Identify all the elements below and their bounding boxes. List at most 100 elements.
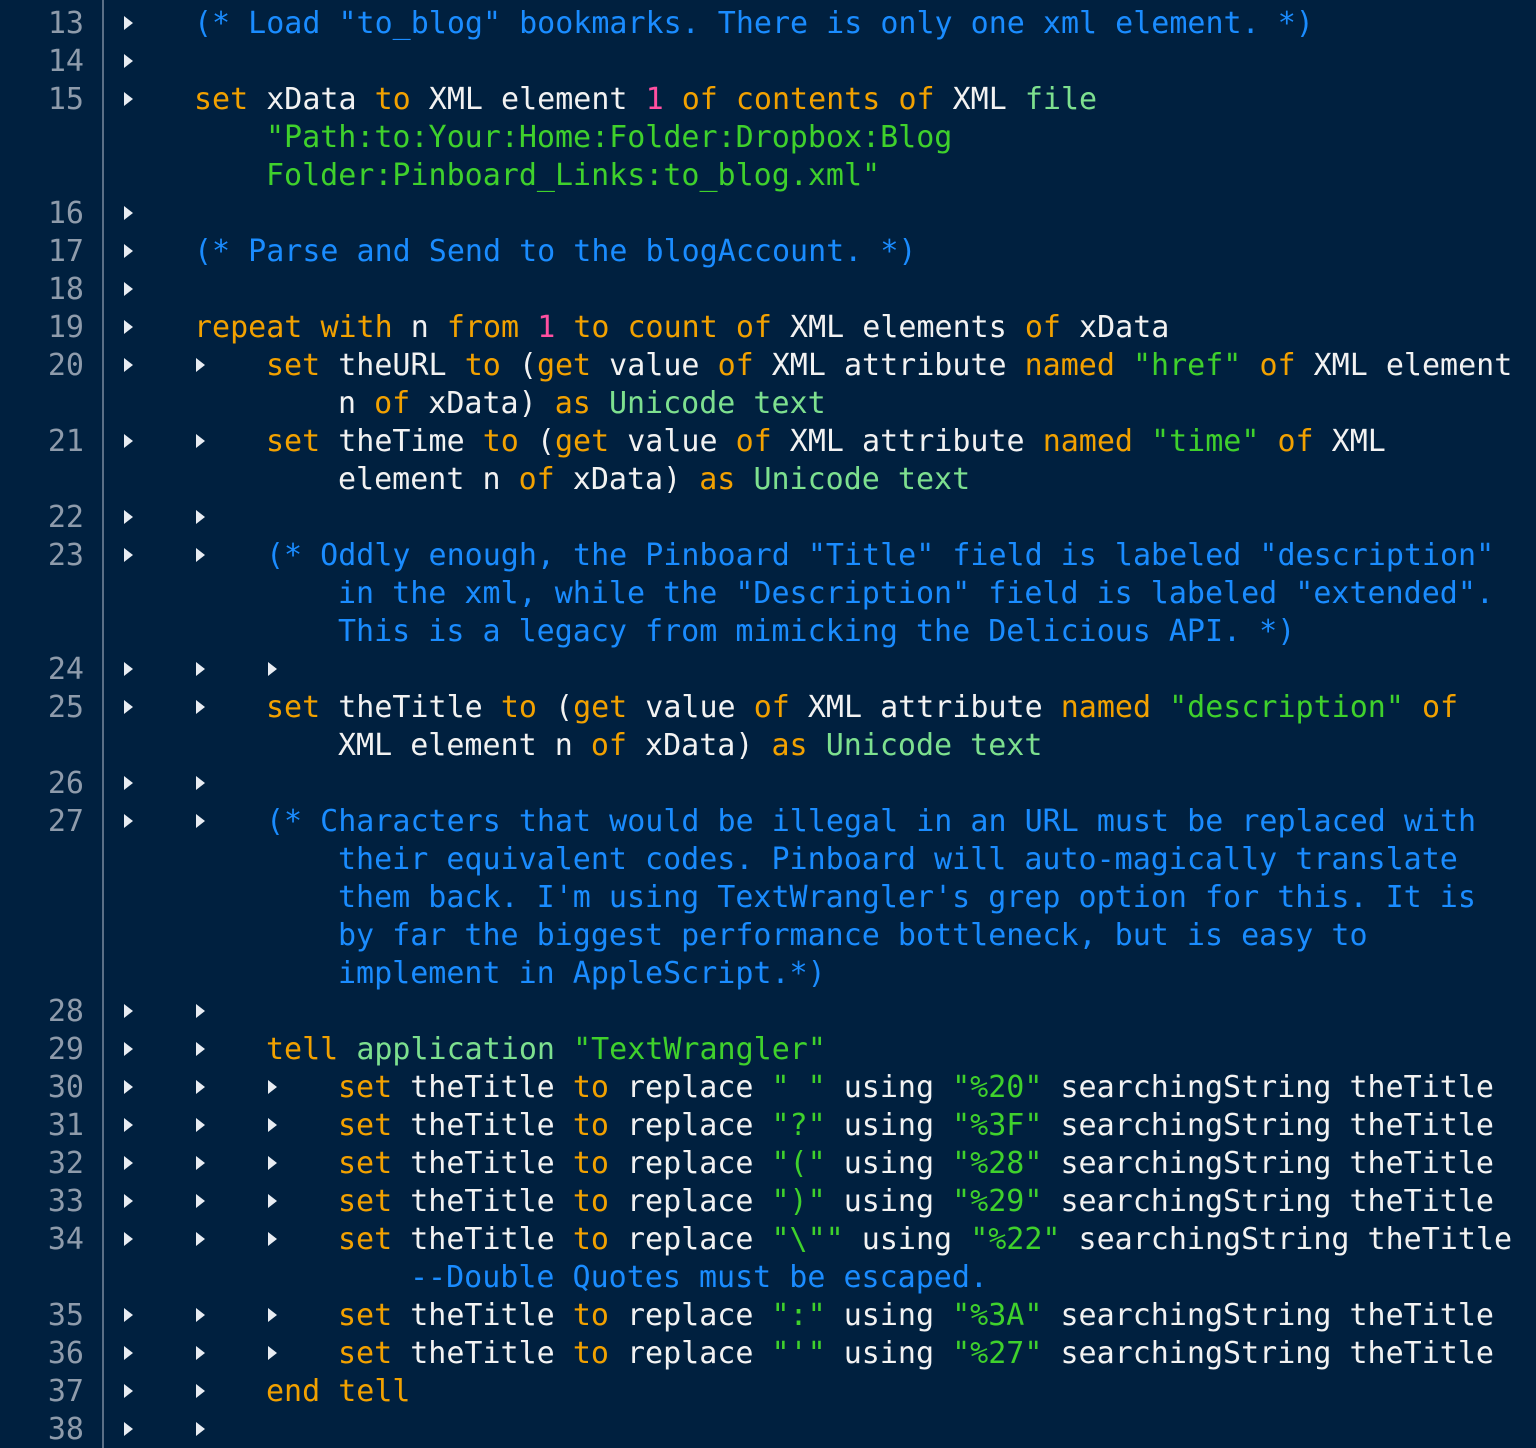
token-identifier: theTitle	[392, 1108, 573, 1143]
code-line-wrap[interactable]: their equivalent codes. Pinboard will au…	[0, 841, 1536, 879]
code-line[interactable]: 21 set theTime to (get value of XML attri…	[0, 423, 1536, 461]
token-keyword: of	[735, 424, 772, 459]
code-line[interactable]: 29 tell application "TextWrangler"	[0, 1031, 1536, 1069]
token-identifier: (	[536, 690, 574, 725]
token-identifier: xData)	[554, 462, 700, 497]
code-line[interactable]: 32 set theTitle to replace "(" using "%28…	[0, 1145, 1536, 1183]
code-line[interactable]: 15 set xData to XML element 1 of contents…	[0, 81, 1536, 119]
token-string: "TextWrangler"	[573, 1032, 826, 1067]
code-line[interactable]: 30 set theTitle to replace " " using "%20…	[0, 1069, 1536, 1107]
code-line-wrap[interactable]: in the xml, while the "Description" fiel…	[0, 575, 1536, 613]
token-keyword: of	[590, 728, 627, 763]
token-keyword: to	[573, 310, 610, 345]
code-line[interactable]: 33 set theTitle to replace ")" using "%29…	[0, 1183, 1536, 1221]
code-text: set theTitle to (get value of XML attrib…	[266, 689, 1458, 727]
code-text: (* Load "to_blog" bookmarks. There is on…	[194, 5, 1314, 43]
code-text: set theTime to (get value of XML attribu…	[266, 423, 1386, 461]
code-line[interactable]: 26	[0, 765, 1536, 803]
code-line[interactable]: 13 (* Load "to_blog" bookmarks. There is …	[0, 5, 1536, 43]
token-string: "\""	[771, 1222, 844, 1257]
token-comment: (* Load "to_blog" bookmarks. There is on…	[194, 6, 1314, 41]
code-line-wrap[interactable]: n of xData) as Unicode text	[0, 385, 1536, 423]
token-identifier: searchingString theTitle	[1042, 1336, 1494, 1371]
token-identifier: using	[825, 1108, 953, 1143]
token-app-term: Unicode text	[753, 462, 971, 497]
token-string: "%29"	[952, 1184, 1043, 1219]
token-keyword: of	[753, 690, 790, 725]
token-keyword: with	[320, 310, 393, 345]
code-text: in the xml, while the "Description" fiel…	[338, 575, 1494, 613]
token-string: ":"	[771, 1298, 826, 1333]
code-text: element n of xData) as Unicode text	[338, 461, 970, 499]
code-line[interactable]: 27 (* Characters that would be illegal in…	[0, 803, 1536, 841]
code-line[interactable]: 18	[0, 271, 1536, 309]
token-keyword: set	[338, 1108, 393, 1143]
code-line-wrap[interactable]: XML element n of xData) as Unicode text	[0, 727, 1536, 765]
code-line[interactable]: 14	[0, 43, 1536, 81]
token-identifier: XML attribute	[789, 690, 1061, 725]
token-identifier: searchingString theTitle	[1042, 1146, 1494, 1181]
token-comment: (* Parse and Send to the blogAccount. *)	[194, 234, 917, 269]
line-number: 19	[47, 310, 84, 345]
code-line[interactable]: 17 (* Parse and Send to the blogAccount. …	[0, 233, 1536, 271]
code-line-wrap[interactable]: This is a legacy from mimicking the Deli…	[0, 613, 1536, 651]
code-line-wrap[interactable]: implement in AppleScript.*)	[0, 955, 1536, 993]
token-identifier: xData)	[410, 386, 555, 421]
token-keyword: set	[266, 424, 321, 459]
token-identifier: (	[518, 424, 555, 459]
code-line[interactable]: 20 set theURL to (get value of XML attrib…	[0, 347, 1536, 385]
token-keyword: from	[446, 310, 520, 345]
code-line[interactable]: 19 repeat with n from 1 to count of XML e…	[0, 309, 1536, 347]
token-identifier: XML element	[410, 82, 646, 117]
token-keyword: of	[1259, 348, 1296, 383]
token-number: 1	[537, 310, 556, 345]
code-text: This is a legacy from mimicking the Deli…	[338, 613, 1295, 651]
line-number: 21	[47, 424, 84, 459]
code-line-wrap[interactable]: element n of xData) as Unicode text	[0, 461, 1536, 499]
code-line-wrap[interactable]: them back. I'm using TextWrangler's grep…	[0, 879, 1536, 917]
code-line[interactable]: 22	[0, 499, 1536, 537]
code-editor[interactable]: 13 (* Load "to_blog" bookmarks. There is …	[0, 0, 1536, 1448]
code-text: tell application "TextWrangler"	[266, 1031, 826, 1069]
code-line-wrap[interactable]: --Double Quotes must be escaped.	[0, 1259, 1536, 1297]
token-string: "%28"	[952, 1146, 1043, 1181]
token-number: 1	[645, 82, 664, 117]
token-identifier: XML	[934, 82, 1025, 117]
token-string: "description"	[1169, 690, 1404, 725]
code-line[interactable]: 37 end tell	[0, 1373, 1536, 1411]
token-identifier: searchingString theTitle	[1042, 1298, 1494, 1333]
code-line[interactable]: 23 (* Oddly enough, the Pinboard "Title" …	[0, 537, 1536, 575]
line-number: 32	[47, 1146, 84, 1181]
token-identifier	[718, 310, 736, 345]
code-line[interactable]: 35 set theTitle to replace ":" using "%3A…	[0, 1297, 1536, 1335]
code-line[interactable]: 34 set theTitle to replace "\"" using "%2…	[0, 1221, 1536, 1259]
code-line[interactable]: 25 set theTitle to (get value of XML attr…	[0, 689, 1536, 727]
token-keyword: repeat	[194, 310, 303, 345]
token-string: "href"	[1133, 348, 1242, 383]
code-line[interactable]: 24	[0, 651, 1536, 689]
line-number: 29	[47, 1032, 84, 1067]
token-identifier: replace	[608, 1298, 772, 1333]
code-line-wrap[interactable]: "Path:to:Your:Home:Folder:Dropbox:Blog	[0, 119, 1536, 157]
token-identifier	[609, 310, 627, 345]
token-identifier: XML element	[1295, 348, 1513, 383]
token-keyword: as	[699, 462, 736, 497]
code-line[interactable]: 31 set theTitle to replace "?" using "%3F…	[0, 1107, 1536, 1145]
code-line[interactable]: 28	[0, 993, 1536, 1031]
code-line-wrap[interactable]: Folder:Pinboard_Links:to_blog.xml"	[0, 157, 1536, 195]
code-line[interactable]: 36 set theTitle to replace "'" using "%27…	[0, 1335, 1536, 1373]
token-identifier: value	[627, 690, 754, 725]
token-keyword: tell	[338, 1374, 411, 1409]
code-text: "Path:to:Your:Home:Folder:Dropbox:Blog	[266, 119, 952, 157]
token-keyword: of	[681, 82, 718, 117]
token-identifier: value	[591, 348, 718, 383]
code-line[interactable]: 38	[0, 1411, 1536, 1448]
code-text: by far the biggest performance bottlenec…	[338, 917, 1368, 955]
code-line[interactable]: 16	[0, 195, 1536, 233]
token-comment: --Double Quotes must be escaped.	[410, 1260, 988, 1295]
line-number: 36	[47, 1336, 84, 1371]
token-identifier	[735, 462, 753, 497]
code-line-wrap[interactable]: by far the biggest performance bottlenec…	[0, 917, 1536, 955]
token-keyword: set	[266, 348, 321, 383]
line-number: 25	[47, 690, 84, 725]
